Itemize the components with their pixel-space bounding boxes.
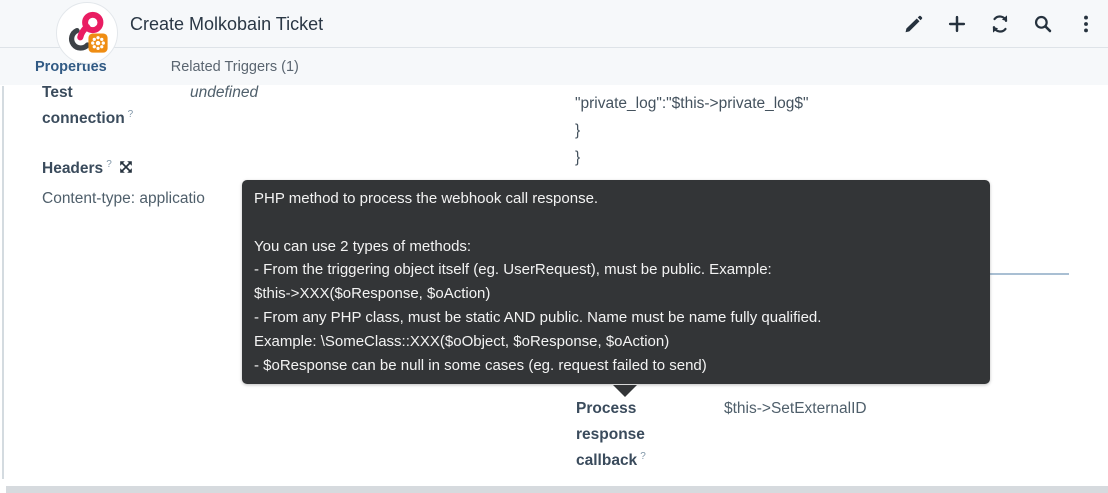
help-question-icon[interactable]: ?: [128, 109, 134, 120]
expand-arrows-icon[interactable]: [119, 160, 133, 179]
payload-line: }: [575, 117, 809, 144]
refresh-icon[interactable]: [988, 12, 1012, 36]
object-class-logo: [56, 2, 118, 64]
help-question-icon[interactable]: ?: [640, 451, 646, 462]
field-label-text: Test connection: [42, 84, 125, 127]
page-title: Create Molkobain Ticket: [130, 0, 323, 48]
payload-line: "private_log":"$this->private_log$": [575, 90, 809, 117]
field-label-headers: Headers?: [42, 156, 202, 182]
field-value-headers: Content-type: applicatio: [42, 186, 205, 212]
field-label-process-response-callback: Process response callback?: [576, 396, 676, 474]
payload-preview: "private_log":"$this->private_log$" } }: [575, 90, 809, 171]
add-icon[interactable]: [945, 12, 969, 36]
panel-left-border: [2, 86, 4, 479]
field-value-process-response-callback: $this->SetExternalID: [724, 396, 867, 422]
tab-bar: Properties Related Triggers (1): [0, 48, 1108, 85]
tooltip-arrow: [613, 385, 637, 397]
help-tooltip: PHP method to process the webhook call r…: [242, 180, 990, 384]
edit-icon[interactable]: [902, 12, 926, 36]
horizontal-scrollbar[interactable]: [6, 486, 1108, 493]
header-action-toolbar: [902, 0, 1098, 48]
more-menu-icon[interactable]: [1074, 12, 1098, 36]
field-label-text: Process response callback: [576, 400, 645, 469]
search-icon[interactable]: [1031, 12, 1055, 36]
webhook-logo-icon: [64, 10, 110, 56]
help-question-icon[interactable]: ?: [106, 159, 112, 170]
tab-related-triggers[interactable]: Related Triggers (1): [171, 59, 299, 75]
payload-line: }: [575, 144, 809, 171]
app-window: Test connection? undefined Headers? Cont…: [0, 0, 1108, 493]
field-label-test-connection: Test connection?: [42, 80, 152, 132]
field-label-text: Headers: [42, 160, 103, 177]
